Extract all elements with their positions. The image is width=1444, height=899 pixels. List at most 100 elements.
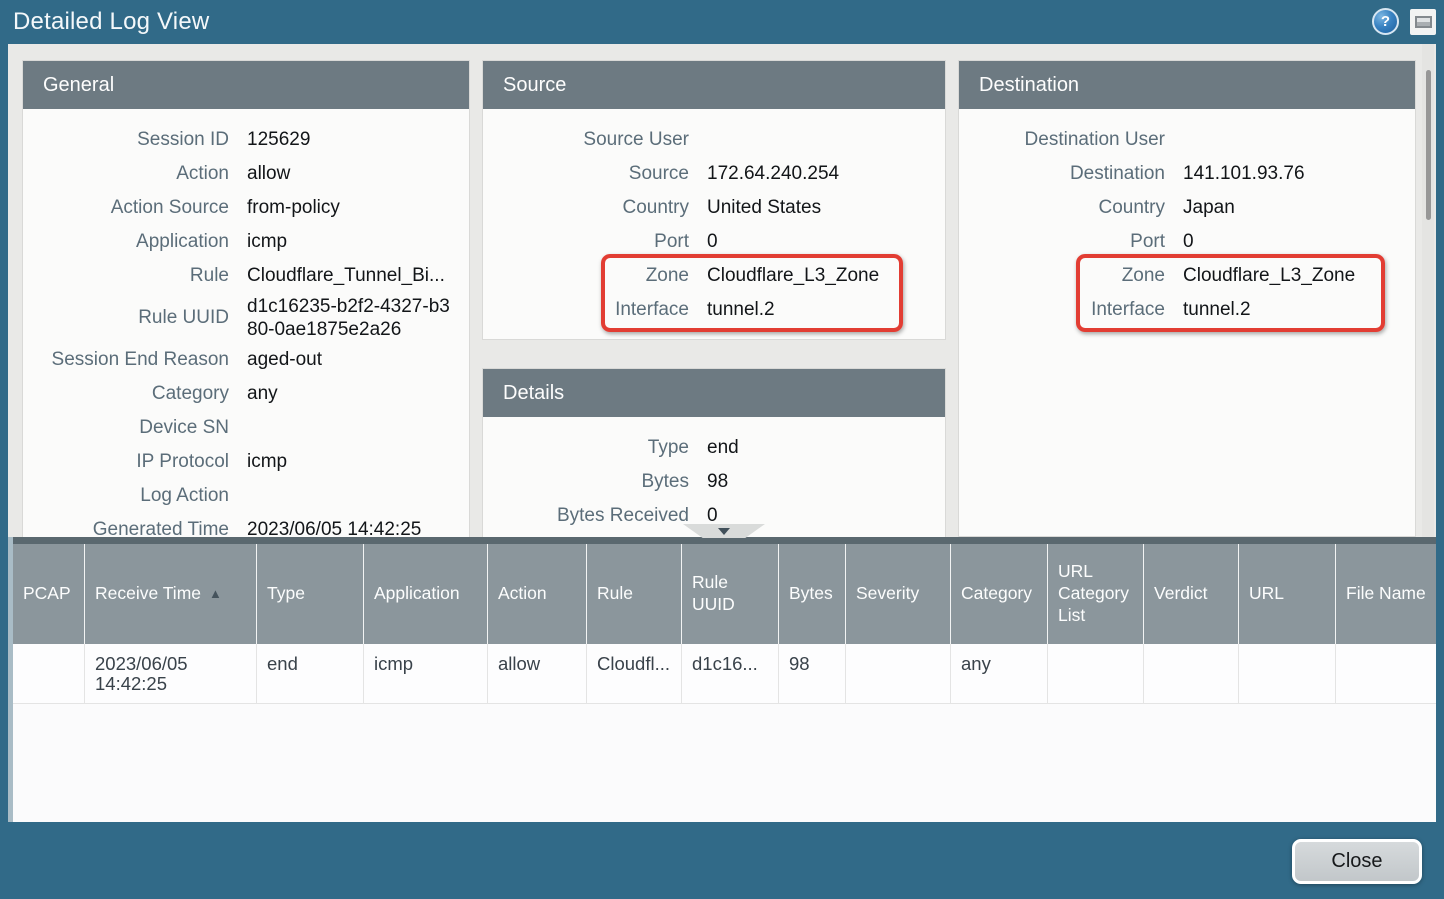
cell-receive-time: 2023/06/05 14:42:25 (85, 644, 257, 704)
field-label: Action Source (23, 191, 247, 225)
column-label: URL (1249, 583, 1284, 605)
cell-category: any (951, 644, 1048, 704)
field-row-zone: ZoneCloudflare_L3_Zone (483, 259, 945, 293)
field-value (247, 479, 469, 513)
field-label: Country (483, 191, 707, 225)
field-value: 141.101.93.76 (1183, 157, 1415, 191)
field-row-port: Port0 (959, 225, 1415, 259)
field-value: 0 (1183, 225, 1415, 259)
column-header-application[interactable]: Application (364, 544, 488, 644)
field-value: end (707, 431, 945, 465)
chevron-down-icon (718, 528, 730, 535)
column-header-rule-uuid[interactable]: Rule UUID (682, 544, 779, 644)
close-button[interactable]: Close (1292, 839, 1422, 884)
table-left-strip (8, 537, 13, 822)
field-label: Port (483, 225, 707, 259)
cell-url-category-list (1048, 644, 1144, 704)
field-row-category: Categoryany (23, 377, 469, 411)
field-label: Interface (483, 293, 707, 327)
field-value: any (247, 377, 469, 411)
column-header-pcap[interactable]: PCAP (13, 544, 85, 644)
field-label: Source (483, 157, 707, 191)
general-panel-header: General (23, 61, 469, 109)
source-panel-header: Source (483, 61, 945, 109)
field-label: Action (23, 157, 247, 191)
column-header-type[interactable]: Type (257, 544, 364, 644)
column-header-url[interactable]: URL (1239, 544, 1336, 644)
general-panel-body: Session ID125629 Actionallow Action Sour… (23, 109, 469, 537)
titlebar: Detailed Log View ? (0, 0, 1444, 44)
column-header-category[interactable]: Category (951, 544, 1048, 644)
field-value: 125629 (247, 123, 469, 157)
details-panel-body: Typeend Bytes98 Bytes Received0 (483, 417, 945, 537)
log-detail-panels: General Session ID125629 Actionallow Act… (8, 44, 1436, 537)
field-label: Category (23, 377, 247, 411)
field-row-rule: RuleCloudflare_Tunnel_Bi... (23, 259, 469, 293)
field-label: Bytes (483, 465, 707, 499)
field-label: Rule (23, 259, 247, 293)
field-value: tunnel.2 (1183, 293, 1415, 327)
table-header-row: PCAP Receive Time▲ Type Application Acti… (13, 544, 1436, 644)
field-value: Cloudflare_L3_Zone (707, 259, 945, 293)
destination-zone-interface-group: ZoneCloudflare_L3_Zone Interfacetunnel.2 (959, 259, 1415, 327)
field-value (1183, 123, 1415, 157)
column-header-url-category-list[interactable]: URL Category List (1048, 544, 1144, 644)
field-row-port: Port0 (483, 225, 945, 259)
field-value: Japan (1183, 191, 1415, 225)
column-header-severity[interactable]: Severity (846, 544, 951, 644)
column-label: Severity (856, 583, 919, 605)
field-row-destination-user: Destination User (959, 123, 1415, 157)
cell-bytes: 98 (779, 644, 846, 704)
column-label: Rule (597, 583, 633, 605)
field-row-action: Actionallow (23, 157, 469, 191)
column-header-receive-time[interactable]: Receive Time▲ (85, 544, 257, 644)
column-header-verdict[interactable]: Verdict (1144, 544, 1239, 644)
details-panel: Details Typeend Bytes98 Bytes Received0 (482, 368, 946, 537)
field-value: icmp (247, 225, 469, 259)
field-row-type: Typeend (483, 431, 945, 465)
column-header-bytes[interactable]: Bytes (779, 544, 846, 644)
field-value: tunnel.2 (707, 293, 945, 327)
field-value: 98 (707, 465, 945, 499)
vertical-scrollbar[interactable] (1422, 44, 1434, 537)
source-zone-interface-group: ZoneCloudflare_L3_Zone Interfacetunnel.2 (483, 259, 945, 327)
field-label: Log Action (23, 479, 247, 513)
dialog-title: Detailed Log View (13, 8, 209, 36)
field-value: 172.64.240.254 (707, 157, 945, 191)
cell-verdict (1144, 644, 1239, 704)
field-label: Bytes Received (483, 499, 707, 533)
cell-action: allow (488, 644, 587, 704)
cell-pcap (13, 644, 85, 704)
field-label: Destination (959, 157, 1183, 191)
column-header-rule[interactable]: Rule (587, 544, 682, 644)
field-label: Session End Reason (23, 343, 247, 377)
field-label: Generated Time (23, 513, 247, 537)
field-value (707, 123, 945, 157)
column-label: Type (267, 583, 305, 605)
table-row[interactable]: 2023/06/05 14:42:25 end icmp allow Cloud… (13, 644, 1436, 704)
field-label: Session ID (23, 123, 247, 157)
field-label: Country (959, 191, 1183, 225)
help-icon[interactable]: ? (1372, 8, 1399, 35)
field-row-ip-protocol: IP Protocolicmp (23, 445, 469, 479)
field-row-session-id: Session ID125629 (23, 123, 469, 157)
field-row-interface: Interfacetunnel.2 (959, 293, 1415, 327)
vertical-scrollbar-thumb[interactable] (1426, 70, 1431, 220)
field-label: Zone (483, 259, 707, 293)
column-label: Category (961, 583, 1032, 605)
field-row-generated-time: Generated Time2023/06/05 14:42:25 (23, 513, 469, 537)
cell-url (1239, 644, 1336, 704)
column-label: Receive Time (95, 583, 201, 605)
field-label: Zone (959, 259, 1183, 293)
field-row-source: Source172.64.240.254 (483, 157, 945, 191)
column-header-action[interactable]: Action (488, 544, 587, 644)
field-label: Device SN (23, 411, 247, 445)
window-icon[interactable] (1410, 9, 1436, 35)
field-label: Port (959, 225, 1183, 259)
field-row-country: CountryUnited States (483, 191, 945, 225)
field-value: 2023/06/05 14:42:25 (247, 513, 469, 537)
column-header-file-name[interactable]: File Name (1336, 544, 1436, 644)
cell-application: icmp (364, 644, 488, 704)
field-value: allow (247, 157, 469, 191)
field-row-bytes: Bytes98 (483, 465, 945, 499)
